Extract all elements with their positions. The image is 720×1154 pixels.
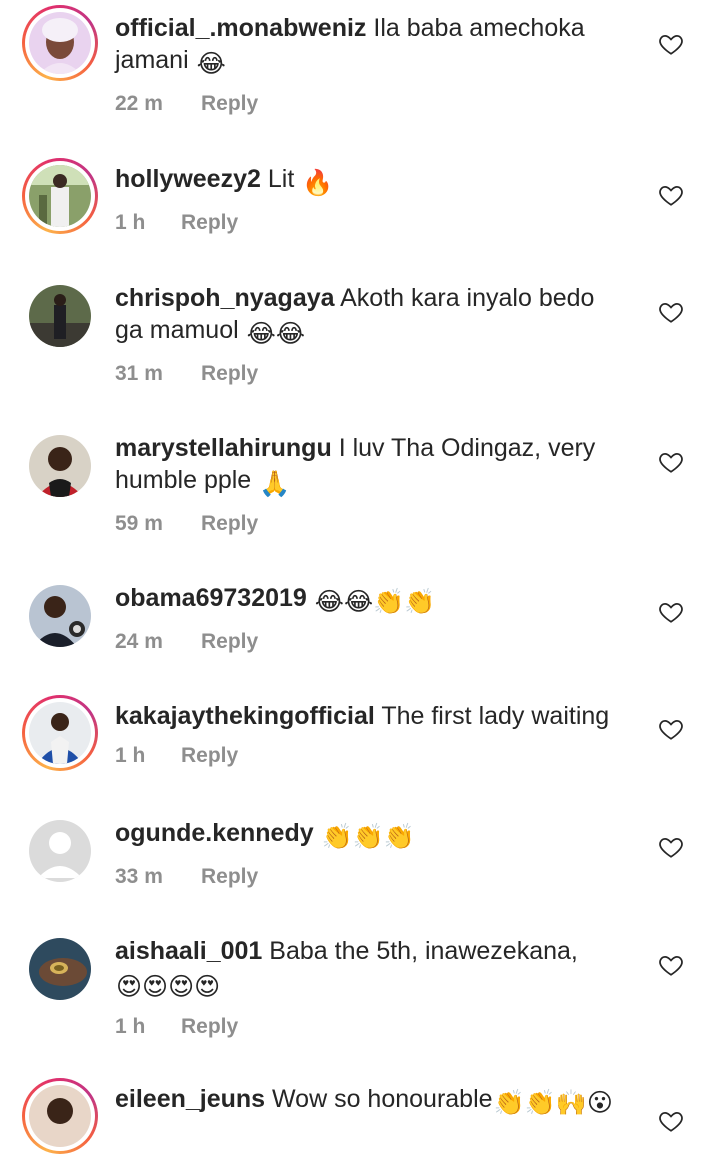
- comment-username[interactable]: eileen_jeuns: [115, 1085, 265, 1113]
- comment-text-line2: ga mamuol: [115, 316, 239, 344]
- emoji-heart-eyes: 😍😍😍😍: [116, 973, 221, 1001]
- comment-username[interactable]: marystellahirungu: [115, 434, 332, 462]
- comment-body: kakajaythekingofficial The first lady wa…: [115, 700, 645, 732]
- reply-button[interactable]: Reply: [181, 211, 238, 235]
- comment-body: marystellahirungu I luv Tha Odingaz, ver…: [115, 432, 645, 500]
- comment-username[interactable]: kakajaythekingofficial: [115, 702, 375, 730]
- heart-outline-icon[interactable]: [658, 952, 684, 978]
- avatar[interactable]: [22, 428, 98, 504]
- comment-body: official_.monabweniz Ila baba amechoka j…: [115, 12, 645, 80]
- avatar[interactable]: [22, 1078, 98, 1154]
- heart-outline-icon[interactable]: [658, 449, 684, 475]
- heart-outline-icon[interactable]: [658, 834, 684, 860]
- comment-time: 1 h: [115, 211, 146, 234]
- emoji-praying-hands: 🙏: [259, 470, 291, 498]
- reply-button[interactable]: Reply: [201, 512, 258, 536]
- avatar[interactable]: [22, 278, 98, 354]
- reply-button[interactable]: Reply: [181, 1015, 238, 1039]
- reply-button[interactable]: Reply: [181, 744, 238, 768]
- comment-text: The first lady waiting: [381, 702, 610, 730]
- comment-time: 33 m: [115, 865, 163, 888]
- heart-outline-icon[interactable]: [658, 299, 684, 325]
- avatar[interactable]: [22, 695, 98, 771]
- comment-body: hollyweezy2 Lit 🔥: [115, 163, 645, 199]
- comment-username[interactable]: hollyweezy2: [115, 165, 261, 193]
- comment-time: 1 h: [115, 744, 146, 767]
- avatar[interactable]: [22, 578, 98, 654]
- emoji-laughing: 😂😂: [246, 320, 306, 348]
- comment-body: chrispoh_nyagaya Akoth kara inyalo bedo …: [115, 282, 645, 350]
- comment-text: Lit: [267, 165, 295, 193]
- comment-text: Akoth kara inyalo bedo: [340, 284, 595, 312]
- comment-body: ogunde.kennedy 👏👏👏: [115, 817, 645, 853]
- avatar[interactable]: [22, 158, 98, 234]
- avatar[interactable]: [22, 931, 98, 1007]
- heart-outline-icon[interactable]: [658, 599, 684, 625]
- reply-button[interactable]: Reply: [201, 865, 258, 889]
- heart-outline-icon[interactable]: [658, 1108, 684, 1134]
- comment-time: 1 h: [115, 1015, 146, 1038]
- emoji-clapping-raised-hands: 👏👏🙌😮: [493, 1089, 613, 1117]
- comment-text-line2: humble pple: [115, 466, 252, 494]
- comment-time: 59 m: [115, 512, 163, 535]
- comment-username[interactable]: ogunde.kennedy: [115, 819, 314, 847]
- comment-username[interactable]: aishaali_001: [115, 937, 262, 965]
- comment-time: 22 m: [115, 92, 163, 115]
- comment-text: I luv Tha Odingaz, very: [338, 434, 596, 462]
- avatar[interactable]: [22, 5, 98, 81]
- comment-time: 24 m: [115, 630, 163, 653]
- comment-username[interactable]: obama69732019: [115, 584, 307, 612]
- heart-outline-icon[interactable]: [658, 31, 684, 57]
- emoji-clapping: 👏👏👏: [321, 823, 415, 851]
- comment-time: 31 m: [115, 362, 163, 385]
- comment-text-line2: jamani: [115, 46, 189, 74]
- heart-outline-icon[interactable]: [658, 716, 684, 742]
- reply-button[interactable]: Reply: [201, 362, 258, 386]
- emoji-laughing-clapping: 😂😂👏👏: [314, 588, 436, 616]
- comment-body: eileen_jeuns Wow so honourable👏👏🙌😮: [115, 1083, 645, 1119]
- avatar[interactable]: [22, 813, 98, 889]
- comment-body: aishaali_001 Baba the 5th, inawezekana, …: [115, 935, 645, 1003]
- reply-button[interactable]: Reply: [201, 92, 258, 116]
- reply-button[interactable]: Reply: [201, 630, 258, 654]
- comment-text: Wow so honourable: [272, 1085, 493, 1113]
- comment-text: Baba the 5th, inawezekana,: [269, 937, 578, 965]
- comment-username[interactable]: official_.monabweniz: [115, 14, 366, 42]
- comment-username[interactable]: chrispoh_nyagaya: [115, 284, 335, 312]
- comment-body: obama69732019 😂😂👏👏: [115, 582, 645, 618]
- heart-outline-icon[interactable]: [658, 182, 684, 208]
- comment-text: Ila baba amechoka: [373, 14, 585, 42]
- emoji-fire: 🔥: [302, 169, 334, 197]
- emoji-laughing: 😂: [196, 50, 226, 78]
